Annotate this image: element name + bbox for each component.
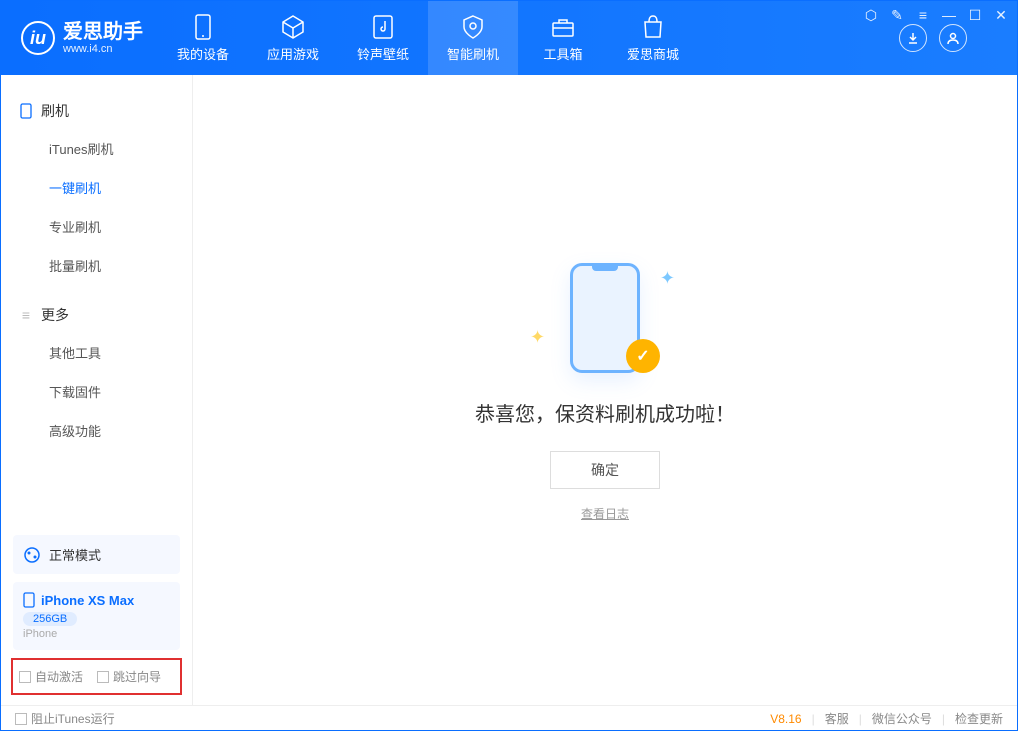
cube-icon [280, 14, 306, 40]
checkbox-icon [97, 671, 109, 683]
highlighted-checkbox-row: 自动激活 跳过向导 [11, 658, 182, 695]
user-button[interactable] [939, 24, 967, 52]
sidebar-item-download-firmware[interactable]: 下载固件 [1, 372, 192, 411]
sidebar-section-more: ≡ 更多 [1, 297, 192, 333]
sidebar-item-itunes-flash[interactable]: iTunes刷机 [1, 129, 192, 168]
tab-toolbox[interactable]: 工具箱 [518, 1, 608, 75]
tab-label: 爱思商城 [627, 44, 679, 63]
music-note-icon [370, 14, 396, 40]
device-name-row: iPhone XS Max [23, 592, 170, 608]
tshirt-icon[interactable]: ⬡ [863, 7, 879, 24]
download-button[interactable] [899, 24, 927, 52]
sidebar-item-pro-flash[interactable]: 专业刷机 [1, 207, 192, 246]
tab-label: 工具箱 [543, 44, 582, 63]
sparkle-icon: ✦ [530, 327, 545, 348]
logo-icon: iu [21, 21, 55, 55]
nav-tabs: 我的设备 应用游戏 铃声壁纸 智能刷机 工具箱 爱思商城 [158, 1, 698, 75]
device-box[interactable]: iPhone XS Max 256GB iPhone [13, 582, 180, 650]
tab-ringtones-wallpapers[interactable]: 铃声壁纸 [338, 1, 428, 75]
tab-label: 我的设备 [177, 44, 229, 63]
footer-link-support[interactable]: 客服 [825, 710, 849, 727]
section-title: 更多 [41, 305, 69, 325]
mode-icon [23, 546, 41, 564]
header-right-buttons [899, 24, 967, 52]
mode-box[interactable]: 正常模式 [13, 535, 180, 574]
device-type: iPhone [23, 628, 170, 640]
checkbox-icon [15, 713, 27, 725]
view-log-link[interactable]: 查看日志 [581, 505, 629, 522]
shield-icon [460, 14, 486, 40]
tab-label: 应用游戏 [267, 44, 319, 63]
section-title: 刷机 [41, 101, 69, 121]
tab-store[interactable]: 爱思商城 [608, 1, 698, 75]
version-label: V8.16 [770, 712, 801, 726]
success-illustration: ✦ ✦ ✓ [545, 258, 665, 378]
check-badge-icon: ✓ [626, 339, 660, 373]
feedback-icon[interactable]: ✎ [889, 7, 905, 24]
main-content: ✦ ✦ ✓ 恭喜您，保资料刷机成功啦！ 确定 查看日志 [193, 75, 1017, 705]
shopping-bag-icon [640, 14, 666, 40]
checkbox-label: 自动激活 [35, 668, 83, 685]
tab-my-device[interactable]: 我的设备 [158, 1, 248, 75]
app-url: www.i4.cn [63, 43, 143, 55]
sidebar-section-flash: 刷机 [1, 93, 192, 129]
tab-label: 铃声壁纸 [357, 44, 409, 63]
maximize-icon[interactable]: ☐ [967, 7, 983, 24]
capacity-badge: 256GB [23, 612, 77, 626]
menu-icon[interactable]: ≡ [915, 7, 931, 24]
window-controls: ⬡ ✎ ≡ — ☐ ✕ [863, 7, 1009, 24]
footer-link-update[interactable]: 检查更新 [955, 710, 1003, 727]
checkbox-label: 阻止iTunes运行 [31, 710, 115, 727]
toolbox-icon [550, 14, 576, 40]
close-icon[interactable]: ✕ [993, 7, 1009, 24]
tab-smart-flash[interactable]: 智能刷机 [428, 1, 518, 75]
logo-area: iu 爱思助手 www.i4.cn [1, 1, 158, 75]
sidebar-item-batch-flash[interactable]: 批量刷机 [1, 246, 192, 285]
checkbox-icon [19, 671, 31, 683]
app-header: ⬡ ✎ ≡ — ☐ ✕ iu 爱思助手 www.i4.cn 我的设备 应用游戏 … [1, 1, 1017, 75]
checkbox-skip-guide[interactable]: 跳过向导 [97, 668, 161, 685]
tab-apps-games[interactable]: 应用游戏 [248, 1, 338, 75]
tab-label: 智能刷机 [447, 44, 499, 63]
sidebar-item-advanced[interactable]: 高级功能 [1, 411, 192, 450]
status-bar: 阻止iTunes运行 V8.16 | 客服 | 微信公众号 | 检查更新 [1, 705, 1017, 731]
device-icon [190, 14, 216, 40]
sidebar: 刷机 iTunes刷机 一键刷机 专业刷机 批量刷机 ≡ 更多 其他工具 下载固… [1, 75, 193, 705]
checkbox-label: 跳过向导 [113, 668, 161, 685]
list-icon: ≡ [19, 308, 33, 322]
app-body: 刷机 iTunes刷机 一键刷机 专业刷机 批量刷机 ≡ 更多 其他工具 下载固… [1, 75, 1017, 705]
checkbox-auto-activate[interactable]: 自动激活 [19, 668, 83, 685]
device-icon [23, 592, 35, 608]
minimize-icon[interactable]: — [941, 7, 957, 24]
phone-icon [19, 104, 33, 118]
footer-link-wechat[interactable]: 微信公众号 [872, 710, 932, 727]
checkbox-block-itunes[interactable]: 阻止iTunes运行 [15, 710, 115, 727]
mode-label: 正常模式 [49, 545, 101, 564]
sidebar-item-oneclick-flash[interactable]: 一键刷机 [1, 168, 192, 207]
sparkle-icon: ✦ [660, 268, 675, 289]
confirm-button[interactable]: 确定 [550, 451, 660, 489]
device-name: iPhone XS Max [41, 593, 134, 608]
app-name: 爱思助手 [63, 21, 143, 43]
sidebar-item-other-tools[interactable]: 其他工具 [1, 333, 192, 372]
sidebar-bottom: 正常模式 iPhone XS Max 256GB iPhone 自动激活 跳过向… [1, 527, 192, 705]
success-message: 恭喜您，保资料刷机成功啦！ [475, 398, 735, 427]
footer-right: V8.16 | 客服 | 微信公众号 | 检查更新 [770, 710, 1003, 727]
